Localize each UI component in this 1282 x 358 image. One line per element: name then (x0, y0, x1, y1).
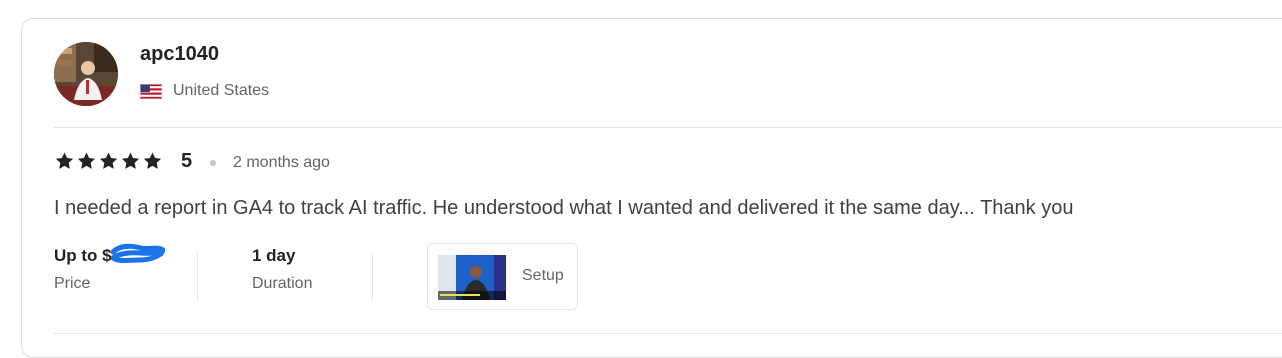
star-rating (54, 151, 163, 171)
reviewer-country: United States (173, 82, 270, 99)
star-icon (121, 152, 140, 169)
duration-label: Duration (252, 275, 313, 292)
review-text: I needed a report in GA4 to track AI tra… (54, 197, 1074, 219)
rating-value: 5 (181, 150, 193, 172)
price-value: Up to $ (54, 246, 112, 265)
redaction-scribble (111, 243, 165, 263)
deliverable-label: Setup (522, 267, 564, 284)
footer-divider (54, 333, 1282, 334)
star-icon (55, 152, 74, 169)
reviewer-avatar[interactable] (54, 42, 118, 106)
separator-dot (210, 160, 216, 166)
review-card (21, 18, 1282, 358)
us-flag-icon (140, 84, 162, 99)
star-icon (77, 152, 96, 169)
duration-value: 1 day (252, 246, 296, 265)
star-icon (143, 152, 162, 169)
reviewer-username[interactable]: apc1040 (140, 43, 219, 66)
deliverable-card[interactable]: Setup (427, 243, 578, 310)
meta-separator (197, 253, 198, 300)
deliverable-thumbnail[interactable] (438, 255, 506, 300)
review-time: 2 months ago (233, 154, 330, 171)
price-label: Price (54, 275, 91, 292)
header-divider (54, 127, 1282, 128)
meta-separator (372, 253, 373, 300)
star-icon (99, 152, 118, 169)
